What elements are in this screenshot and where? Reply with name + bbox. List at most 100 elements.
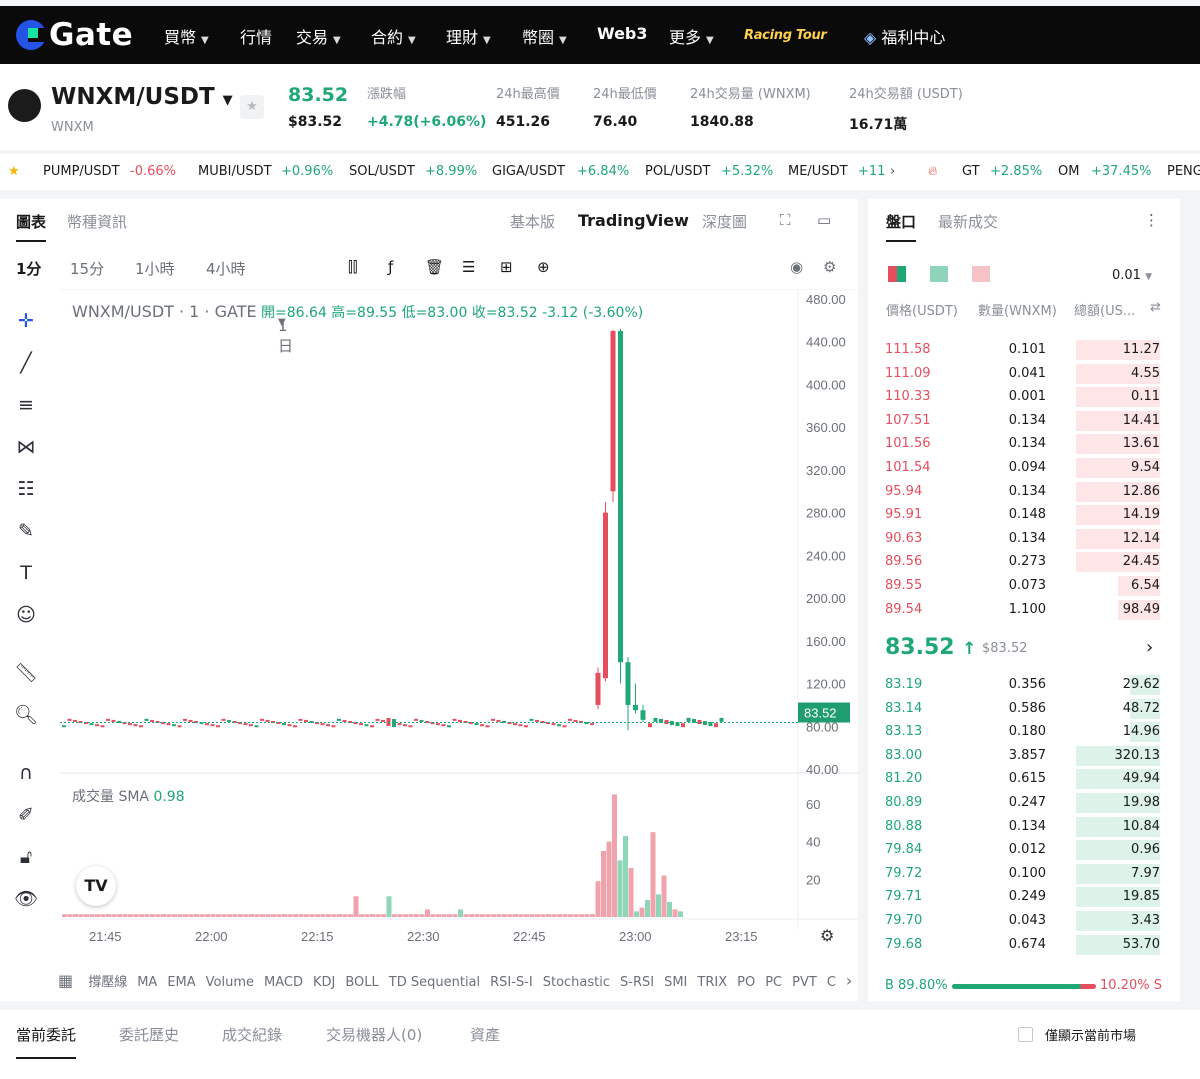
indicator-item[interactable]: MA [137,975,157,990]
ticker-symbol[interactable]: ME/USDT [788,164,848,179]
ticker-symbol[interactable]: SOL/USDT [349,164,415,179]
tab-trade-history[interactable]: 成交紀錄 [222,1024,282,1045]
bid-row[interactable]: 79.84 0.012 0.96 [868,839,1180,861]
indicator-item[interactable]: SMI [664,975,687,990]
ask-row[interactable]: 95.94 0.134 12.86 [868,481,1180,503]
fib-icon[interactable]: ≡ [14,393,38,417]
tradingview-logo-icon[interactable]: TV [76,866,116,906]
delete-icon[interactable]: 🗑︎ [425,258,444,276]
ask-row[interactable]: 89.56 0.273 24.45 [868,551,1180,573]
indicator-item[interactable]: TD Sequential [389,975,480,990]
chevron-right-icon[interactable]: › [1146,637,1153,658]
bid-row[interactable]: 79.70 0.043 3.43 [868,910,1180,932]
ticker-symbol[interactable]: GT [962,164,980,179]
window-icon[interactable]: ▭ [817,211,831,229]
book-both-view-icon[interactable] [888,266,906,282]
tf-4h[interactable]: 4小時 [206,258,246,279]
tab-chart[interactable]: 圖表 [16,211,47,242]
indicator-item[interactable]: S-RSI [620,975,654,990]
projection-icon[interactable]: ☷ [14,477,38,501]
nav-2[interactable]: 交易 ▼ [296,24,341,48]
gate-logo[interactable]: Gate [16,17,133,53]
book-sell-view-icon[interactable] [972,266,990,282]
pair-selector[interactable]: WNXM/USDT ▼ [51,84,233,110]
ticker-symbol[interactable]: MUBI/USDT [198,164,272,179]
calendar-icon[interactable]: ▦ [58,971,78,990]
ask-row[interactable]: 101.56 0.134 13.61 [868,433,1180,455]
settings-icon[interactable]: ⚙︎ [820,926,834,945]
bid-row[interactable]: 83.00 3.857 320.13 [868,745,1180,767]
emoji-icon[interactable]: ☺ [14,603,38,627]
nav-1[interactable]: 行情 [240,24,272,48]
more-icon[interactable]: ⋮ [1144,211,1159,229]
favorite-star-icon[interactable]: ★ [8,164,20,179]
nav-6[interactable]: Web3 [597,24,648,43]
fullscreen-icon[interactable]: ⛶ [780,211,791,229]
indicator-item[interactable]: Stochastic [543,975,610,990]
camera-icon[interactable]: ◉ [790,258,803,276]
nav-0[interactable]: 買幣 ▼ [164,24,209,48]
chevron-right-icon[interactable]: › [846,971,852,990]
tab-trading-bots[interactable]: 交易機器人(0) [326,1024,422,1045]
tf-15m[interactable]: 15分 [70,258,104,279]
tab-latest-trades[interactable]: 最新成交 [938,211,998,232]
nav-3[interactable]: 合約 ▼ [371,24,416,48]
ask-row[interactable]: 95.91 0.148 14.19 [868,504,1180,526]
brush-icon[interactable]: ✎ [14,519,38,543]
crosshair-icon[interactable]: ✛ [14,309,38,333]
tab-orderbook[interactable]: 盤口 [886,211,917,242]
indicator-item[interactable]: MACD [264,975,303,990]
ask-row[interactable]: 111.58 0.101 11.27 [868,339,1180,361]
bid-row[interactable]: 79.72 0.100 7.97 [868,863,1180,885]
ticker-symbol[interactable]: PUMP/USDT [43,164,120,179]
bid-row[interactable]: 79.71 0.249 19.85 [868,886,1180,908]
zoom-in-icon[interactable]: 🔍︎ [14,703,38,727]
ask-row[interactable]: 107.51 0.134 14.41 [868,410,1180,432]
ticker-symbol[interactable]: GIGA/USDT [492,164,565,179]
ask-row[interactable]: 89.55 0.073 6.54 [868,575,1180,597]
indicator-item[interactable]: PO [737,975,755,990]
indicator-item[interactable]: 撐壓線 [88,975,127,990]
bid-row[interactable]: 79.68 0.674 53.70 [868,934,1180,956]
bid-row[interactable]: 80.88 0.134 10.84 [868,816,1180,838]
indicator-item[interactable]: PVT [792,975,817,990]
indicator-item[interactable]: EMA [167,975,195,990]
candlestick-chart[interactable]: 480.00 440.00 400.00 360.00 320.00 280.00 240.… [60,289,858,964]
trendline-icon[interactable]: ╱ [14,351,38,375]
tf-1m[interactable]: 1分 [16,258,41,279]
indicator-item[interactable]: TRIX [697,975,727,990]
only-current-checkbox[interactable] [1018,1027,1033,1042]
tab-basic[interactable]: 基本版 [510,211,555,232]
indicator-item[interactable]: KDJ [313,975,335,990]
indicator-item[interactable]: Volume [206,975,254,990]
ticker-symbol[interactable]: POL/USDT [645,164,710,179]
ticker-symbol[interactable]: OM [1058,164,1079,179]
tab-tradingview[interactable]: TradingView [578,211,689,230]
ticker-symbol[interactable]: PENG [1167,164,1200,179]
add-icon[interactable]: ⊕ [537,258,550,276]
nav-5[interactable]: 幣圈 ▼ [522,24,567,48]
bid-row[interactable]: 83.14 0.586 48.72 [868,698,1180,720]
bid-row[interactable]: 83.19 0.356 29.62 [868,674,1180,696]
ask-row[interactable]: 101.54 0.094 9.54 [868,457,1180,479]
bid-row[interactable]: 81.20 0.615 49.94 [868,768,1180,790]
ask-row[interactable]: 110.33 0.001 0.11 [868,386,1180,408]
ask-row[interactable]: 89.54 1.100 98.49 [868,599,1180,621]
indicator-item[interactable]: PC [765,975,782,990]
ask-row[interactable]: 90.63 0.134 12.14 [868,528,1180,550]
tab-open-orders[interactable]: 當前委託 [16,1024,77,1059]
tab-assets[interactable]: 資產 [470,1024,500,1045]
list-icon[interactable]: ☰ [462,258,475,276]
welfare-center-link[interactable]: ◈ 福利中心 [864,24,945,48]
eye-icon[interactable]: 👁︎ [14,887,38,911]
layout-icon[interactable]: ⊞ [500,258,513,276]
precision-select[interactable]: 0.01 ▼ [1112,268,1152,283]
lock-drawing-icon[interactable]: ✐ [14,803,38,827]
book-buy-view-icon[interactable] [930,266,948,282]
favorite-star-icon[interactable]: ★ [240,95,264,119]
nav-7[interactable]: 更多 ▼ [669,24,714,48]
tab-order-history[interactable]: 委託歷史 [119,1024,179,1045]
lock-icon[interactable]: 🔓︎ [14,845,38,869]
text-icon[interactable]: T [14,561,38,585]
chevron-right-icon[interactable]: › [890,164,895,179]
